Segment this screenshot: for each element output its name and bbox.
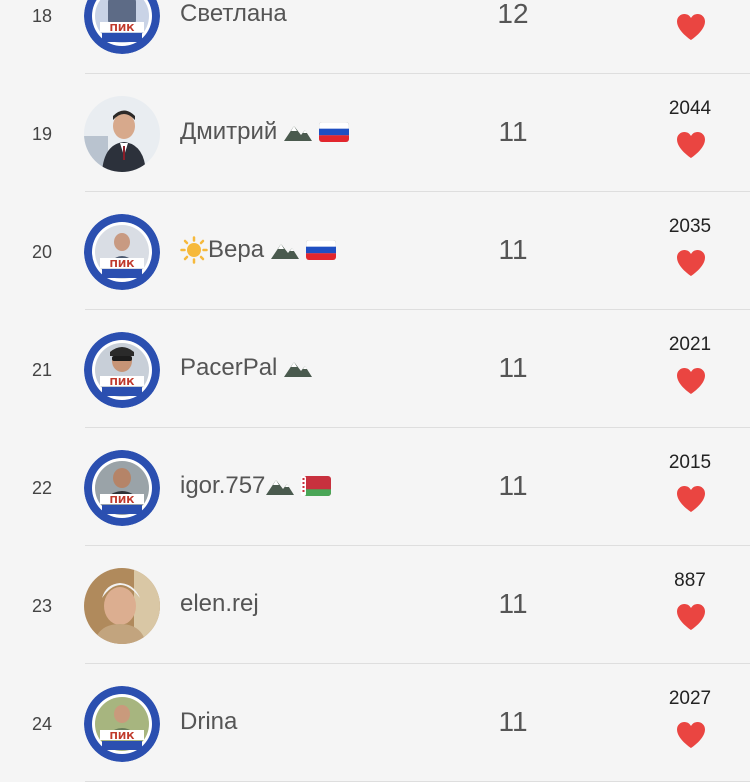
rank-number: 22 <box>31 478 53 498</box>
user-name[interactable]: Дмитрий <box>180 118 350 146</box>
belarus-flag-icon <box>301 476 332 496</box>
svg-text:ПИК: ПИК <box>110 259 136 270</box>
rank-number: 20 <box>31 242 53 262</box>
heart-icon[interactable] <box>676 13 706 41</box>
score-value: 11 <box>498 352 528 383</box>
user-name-text: Вера <box>208 236 265 263</box>
user-name-text: igor.757 <box>180 472 266 499</box>
svg-text:ПИК: ПИК <box>110 495 136 506</box>
user-name-text: elen.rej <box>180 590 259 617</box>
score-value: 11 <box>498 470 528 501</box>
likes-count: 887 <box>674 570 706 591</box>
user-name-text: PacerPal <box>180 354 278 381</box>
heart-icon[interactable] <box>676 603 706 631</box>
rank-number: 21 <box>31 360 53 380</box>
user-name-text: Светлана <box>180 0 287 27</box>
svg-text:ПИК: ПИК <box>110 23 136 34</box>
user-avatar[interactable] <box>84 568 160 644</box>
heart-icon[interactable] <box>676 131 706 159</box>
likes-count: 2023 <box>650 0 730 2</box>
rank-number: 24 <box>31 714 53 734</box>
rank-number: 23 <box>31 596 53 616</box>
likes-count: 2015 <box>668 452 712 473</box>
score-value: 11 <box>498 234 528 265</box>
user-name[interactable]: elen.rej <box>180 590 259 618</box>
heart-icon[interactable] <box>676 721 706 749</box>
leaderboard-row[interactable]: 18 ПИК Светлана 12 2023 <box>0 0 750 74</box>
mountain-icon <box>271 244 300 259</box>
mountain-icon <box>284 126 313 141</box>
likes-count: 2021 <box>668 334 712 355</box>
leaderboard-row[interactable]: 20 ПИК Вера 11 2035 <box>0 192 750 310</box>
leaderboard-row[interactable]: 22 ПИК igor.757 11 2015 <box>0 428 750 546</box>
user-avatar[interactable]: ПИК <box>84 450 160 526</box>
user-name-text: Дмитрий <box>180 118 278 145</box>
user-name[interactable]: igor.757 <box>180 472 332 500</box>
heart-icon[interactable] <box>676 249 706 277</box>
score-value: 11 <box>498 116 528 147</box>
svg-text:ПИК: ПИК <box>110 731 136 742</box>
leaderboard-row[interactable]: 24 ПИК Drina 11 2027 <box>0 664 750 782</box>
russia-flag-icon <box>306 240 337 260</box>
leaderboard-row[interactable]: 21 ПИК PacerPal 11 2021 <box>0 310 750 428</box>
score-value: 11 <box>498 588 528 619</box>
leaderboard-row[interactable]: 23 elen.rej 11 887 <box>0 546 750 664</box>
leaderboard-list: 18 ПИК Светлана 12 2023 19 <box>0 0 750 782</box>
user-avatar[interactable]: ПИК <box>84 214 160 290</box>
sun-icon <box>180 236 208 264</box>
user-name[interactable]: Drina <box>180 708 237 736</box>
user-name[interactable]: Светлана <box>180 0 287 28</box>
likes-count: 2035 <box>668 216 712 237</box>
user-name[interactable]: Вера <box>180 236 337 264</box>
likes-count: 2044 <box>668 98 712 119</box>
heart-icon[interactable] <box>676 485 706 513</box>
score-value: 11 <box>498 706 528 737</box>
user-avatar[interactable] <box>84 96 160 172</box>
mountain-icon <box>266 480 295 495</box>
user-avatar[interactable]: ПИК <box>84 0 160 54</box>
user-avatar[interactable]: ПИК <box>84 686 160 762</box>
user-name-text: Drina <box>180 708 238 735</box>
rank-number: 19 <box>31 124 53 144</box>
russia-flag-icon <box>319 122 350 142</box>
mountain-icon <box>284 362 313 377</box>
rank-number: 18 <box>31 6 53 26</box>
leaderboard-row[interactable]: 19 Дмитрий 11 2044 <box>0 74 750 192</box>
heart-icon[interactable] <box>676 367 706 395</box>
likes-count: 2027 <box>668 688 712 709</box>
user-name[interactable]: PacerPal <box>180 354 313 382</box>
svg-text:ПИК: ПИК <box>110 377 136 388</box>
user-avatar[interactable]: ПИК <box>84 332 160 408</box>
score-value: 12 <box>497 0 529 29</box>
